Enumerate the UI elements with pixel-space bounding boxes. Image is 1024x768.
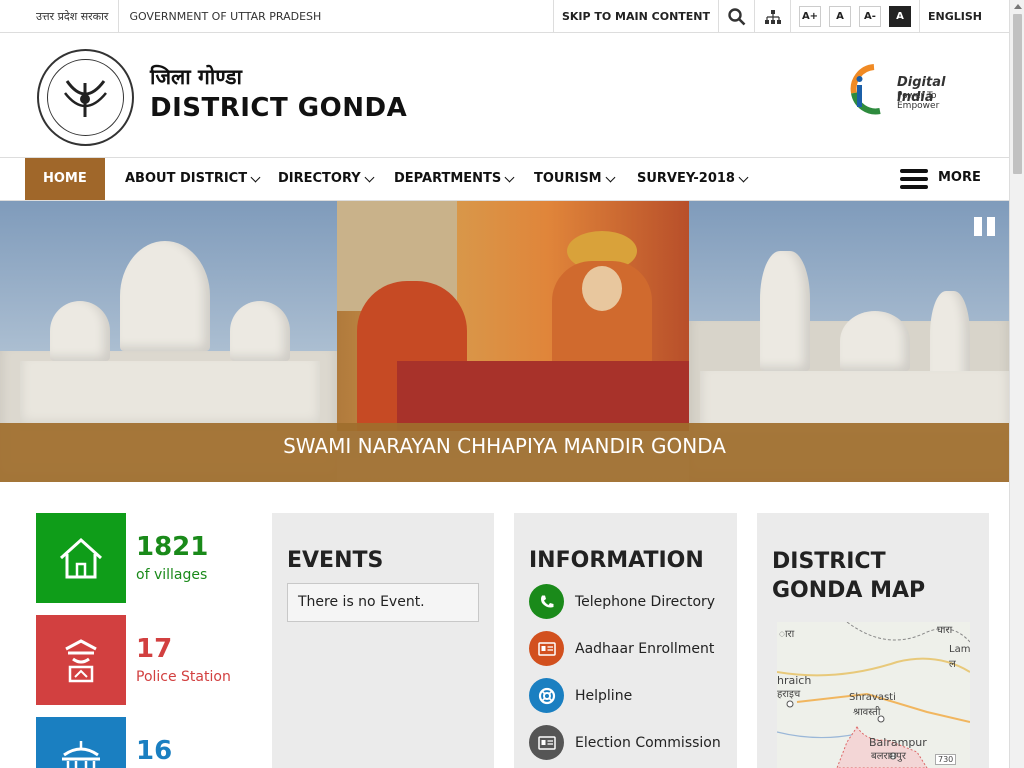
chevron-down-icon — [364, 172, 375, 182]
police-station-label: Police Station — [136, 669, 231, 685]
font-increase-button[interactable]: A+ — [799, 6, 821, 27]
villages-stat-tile[interactable] — [36, 513, 126, 603]
map-label: ल — [949, 659, 956, 670]
events-panel: EVENTS There is no Event. — [272, 513, 494, 768]
search-button[interactable] — [718, 0, 754, 33]
police-icon — [65, 639, 97, 683]
information-panel: INFORMATION Telephone Directory Aadhaar … — [514, 513, 737, 768]
slider-caption[interactable]: SWAMI NARAYAN CHHAPIYA MANDIR GONDA — [0, 423, 1009, 469]
site-title[interactable]: DISTRICT GONDA — [150, 93, 407, 123]
election-commission-label: Election Commission — [575, 734, 721, 751]
chevron-down-icon — [738, 172, 749, 182]
slider-pause-button[interactable] — [974, 217, 995, 236]
gov-english-link[interactable]: GOVERNMENT OF UTTAR PRADESH — [119, 0, 331, 33]
chevron-down-icon — [250, 172, 261, 182]
aadhaar-enrollment-link[interactable]: Aadhaar Enrollment — [529, 631, 714, 666]
page-scrollbar[interactable] — [1009, 0, 1024, 768]
nav-about-label: ABOUT DISTRICT — [125, 171, 248, 186]
nav-about-district[interactable]: ABOUT DISTRICT — [125, 158, 261, 200]
skip-to-main-link[interactable]: SKIP TO MAIN CONTENT — [552, 0, 718, 33]
slider-caption-bar: SWAMI NARAYAN CHHAPIYA MANDIR GONDA — [0, 423, 1009, 482]
main-nav: HOME ABOUT DISTRICT DIRECTORY DEPARTMENT… — [0, 157, 1009, 201]
map-label: Lam — [949, 644, 970, 655]
font-size-controls: A+ A A- A — [790, 0, 919, 33]
nav-departments-label: DEPARTMENTS — [394, 171, 502, 186]
helpline-link[interactable]: Helpline — [529, 678, 632, 713]
painting-image — [337, 201, 697, 431]
map-label: बलरामपुर — [871, 751, 906, 762]
nav-tourism[interactable]: TOURISM — [534, 158, 616, 200]
font-decrease-button[interactable]: A- — [859, 6, 881, 27]
third-stat-count: 16 — [136, 736, 173, 766]
police-stat-tile[interactable] — [36, 615, 126, 705]
nav-tourism-label: TOURISM — [534, 171, 602, 186]
police-station-count: 17 — [136, 634, 173, 664]
pause-icon — [974, 217, 982, 236]
map-label: श्रावस्ती — [853, 707, 881, 718]
map-label: घारा — [937, 625, 953, 636]
digital-india-tagline: Power To Empower — [897, 91, 940, 111]
nav-survey-2018[interactable]: SURVEY-2018 — [637, 158, 749, 200]
telephone-directory-label: Telephone Directory — [575, 593, 716, 610]
hamburger-icon — [900, 169, 928, 189]
chevron-down-icon — [504, 172, 515, 182]
gov-hindi-link[interactable]: उत्तर प्रदेश सरकार — [26, 0, 120, 33]
high-contrast-button[interactable]: A — [889, 6, 911, 27]
telephone-directory-link[interactable]: Telephone Directory — [529, 584, 715, 619]
site-title-hindi[interactable]: जिला गोण्डा — [150, 63, 242, 91]
lifebuoy-icon — [529, 678, 564, 713]
aadhaar-enrollment-label: Aadhaar Enrollment — [575, 640, 715, 657]
nav-survey-label: SURVEY-2018 — [637, 171, 735, 186]
district-map-panel: DISTRICT GONDA MAP ारा घारा Lam ल hraich… — [757, 513, 989, 768]
building-icon — [62, 741, 100, 768]
map-label: ारा — [779, 629, 795, 640]
up-emblem-logo[interactable] — [37, 49, 134, 146]
house-icon — [59, 537, 103, 579]
district-map[interactable]: ारा घारा Lam ल hraich हराइच Shravasti श्… — [777, 622, 970, 768]
scrollbar-thumb[interactable] — [1013, 14, 1022, 174]
highway-shield: 730 — [935, 754, 957, 765]
phone-icon — [529, 584, 564, 619]
sitemap-button[interactable] — [754, 0, 790, 33]
villages-count: 1821 — [136, 532, 209, 562]
villages-label: of villages — [136, 567, 208, 583]
language-switch[interactable]: ENGLISH — [919, 0, 1009, 33]
events-title: EVENTS — [287, 548, 384, 573]
map-label: हराइच — [777, 689, 801, 700]
top-bar: उत्तर प्रदेश सरकार GOVERNMENT OF UTTAR P… — [0, 0, 1009, 33]
site-header: जिला गोण्डा DISTRICT GONDA Digital India… — [0, 33, 1009, 157]
helpline-label: Helpline — [575, 687, 633, 704]
chevron-down-icon — [605, 172, 616, 182]
information-title: INFORMATION — [529, 548, 704, 573]
nav-departments[interactable]: DEPARTMENTS — [394, 158, 515, 200]
search-icon — [727, 7, 745, 25]
map-label: Shravasti — [849, 692, 896, 703]
scroll-up-icon[interactable] — [1014, 4, 1022, 9]
nav-more-label: MORE — [938, 169, 981, 185]
nav-more-button[interactable]: MORE — [900, 158, 981, 200]
digital-india-logo[interactable]: Digital India Power To Empower — [850, 61, 980, 117]
election-commission-link[interactable]: Election Commission — [529, 725, 721, 760]
font-normal-button[interactable]: A — [829, 6, 851, 27]
nav-directory[interactable]: DIRECTORY — [278, 158, 375, 200]
id-card-icon — [529, 631, 564, 666]
id-card-icon — [529, 725, 564, 760]
third-stat-tile[interactable] — [36, 717, 126, 768]
sitemap-icon — [764, 9, 781, 24]
nav-directory-label: DIRECTORY — [278, 171, 361, 186]
nav-home[interactable]: HOME — [25, 158, 105, 200]
district-map-title: DISTRICT GONDA MAP — [772, 549, 926, 603]
no-event-message: There is no Event. — [287, 583, 479, 622]
